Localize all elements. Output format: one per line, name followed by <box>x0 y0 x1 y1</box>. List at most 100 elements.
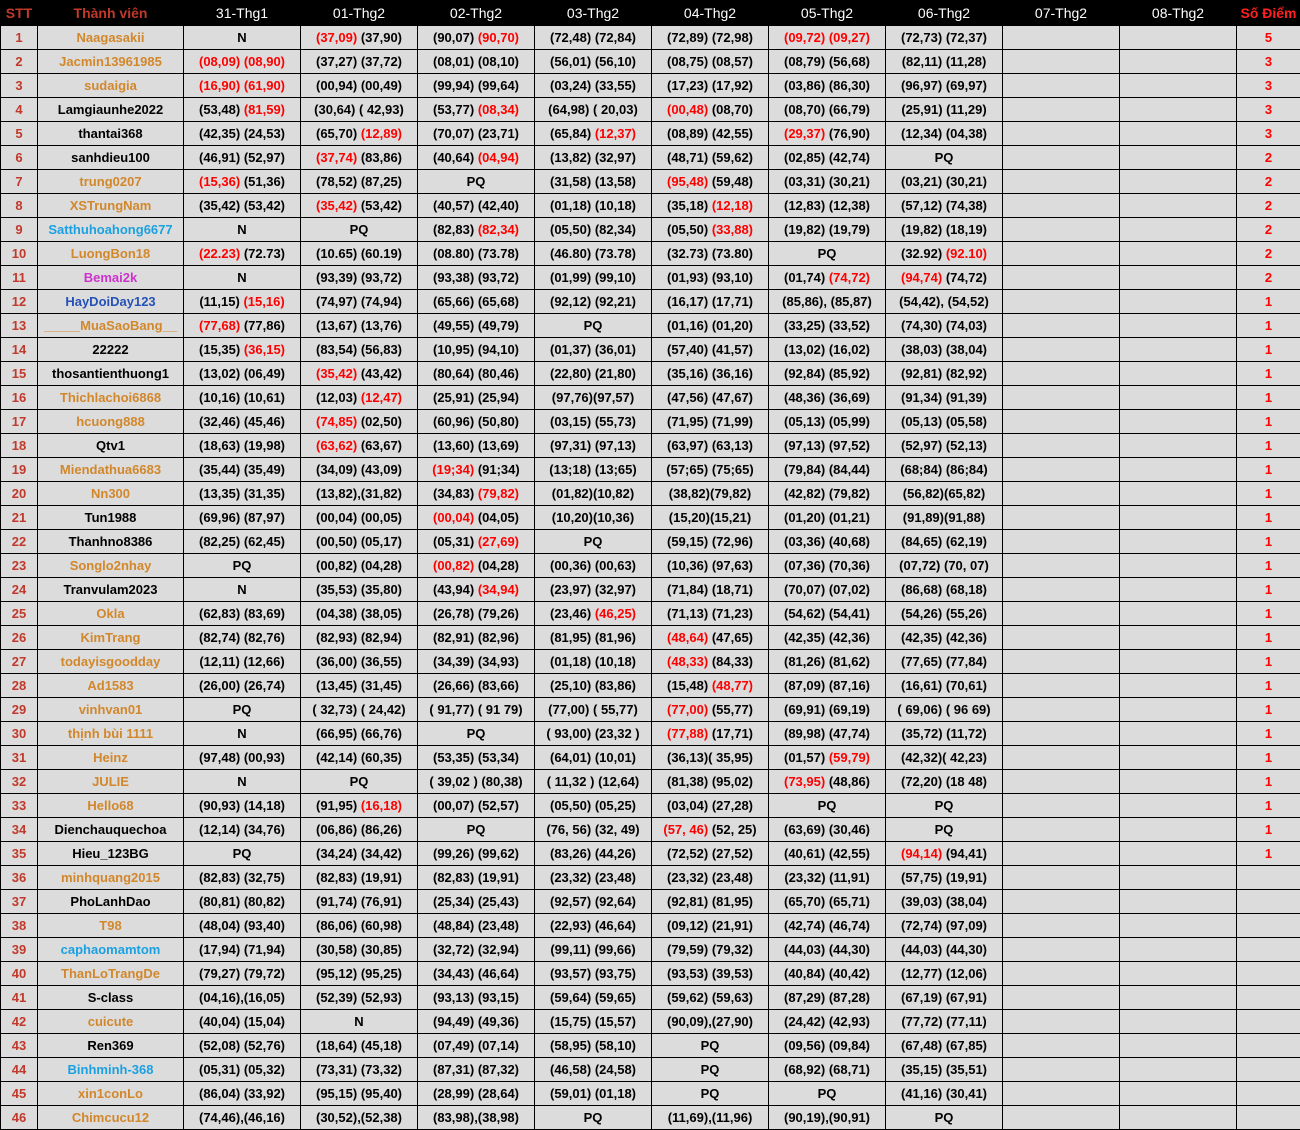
prediction-cell: PQ <box>535 314 652 338</box>
member-name: xin1conLo <box>38 1082 184 1106</box>
pair-b: (36,15) <box>244 342 285 357</box>
pair-a: (03,86) <box>784 78 825 93</box>
pair-a: (26,66) <box>433 678 474 693</box>
prediction-cell: (97,76)(97,57) <box>535 386 652 410</box>
pair-b: (07,14) <box>478 1038 519 1053</box>
table-row: 33Hello68(90,93) (14,18)(91,95) (16,18)(… <box>1 794 1300 818</box>
prediction-cell: (46,58) (24,58) <box>535 1058 652 1082</box>
prediction-cell: (52,39) (52,93) <box>301 986 418 1010</box>
prediction-cell: (03,04) (27,28) <box>652 794 769 818</box>
pair-b: (37,90) <box>361 30 402 45</box>
pair-a: (34,09) <box>316 462 357 477</box>
pair-a: (72,74) <box>901 918 942 933</box>
prediction-cell: (28,99) (28,64) <box>418 1082 535 1106</box>
pair-a: (25,34) <box>433 894 474 909</box>
pair-b: (10,18) <box>595 654 636 669</box>
pair-b: (99,62) <box>478 846 519 861</box>
pair-b: (34,94) <box>478 582 519 597</box>
pair-a: (35,15) <box>901 1062 942 1077</box>
pair-b: (84,44) <box>829 462 870 477</box>
pair-b: (54,52) <box>948 294 989 309</box>
pair-a: (48,71) <box>667 150 708 165</box>
pair-a: (26,78) <box>433 606 474 621</box>
pair-b: (77,84) <box>946 654 987 669</box>
prediction-cell: (16,90) (61,90) <box>184 74 301 98</box>
member-name: Jacmin13961985 <box>38 50 184 74</box>
pair-a: (57,12) <box>901 198 942 213</box>
pair-a: (77,88) <box>667 726 708 741</box>
pair-b: (92,21) <box>595 294 636 309</box>
pair-b: (73.78) <box>478 246 519 261</box>
pair-b: (59,62) <box>712 150 753 165</box>
prediction-cell: (59,64) (59,65) <box>535 986 652 1010</box>
pair-a: ( 32,73) <box>312 702 357 717</box>
prediction-cell: (03,36) (40,68) <box>769 530 886 554</box>
pair-a: (67,48) <box>901 1038 942 1053</box>
pair-a: (77,00) <box>548 702 589 717</box>
pair-a: (13,82) <box>550 150 591 165</box>
prediction-cell: (09,12) (21,91) <box>652 914 769 938</box>
prediction-cell: (82,11) (11,28) <box>886 50 1003 74</box>
prediction-cell: (89,98) (47,74) <box>769 722 886 746</box>
prediction-cell: ( 93,00) (23,32 ) <box>535 722 652 746</box>
prediction-cell <box>1120 794 1237 818</box>
pair-a: (65,84) <box>550 126 591 141</box>
pair-a: (81,95) <box>550 630 591 645</box>
pair-b: (53,42) <box>361 198 402 213</box>
prediction-cell <box>1120 194 1237 218</box>
prediction-cell: (38,82)(79,82) <box>652 482 769 506</box>
pair-b: (12,47) <box>361 390 402 405</box>
prediction-cell: (78,52) (87,25) <box>301 170 418 194</box>
prediction-cell: (42,14) (60,35) <box>301 746 418 770</box>
pair-a: (72,89) <box>667 30 708 45</box>
pair-b: (59,65) <box>595 990 636 1005</box>
pair-b: (16,18) <box>361 798 402 813</box>
prediction-cell: (91,95) (16,18) <box>301 794 418 818</box>
pair-a: (34,43) <box>433 966 474 981</box>
pair-b: (80,38) <box>481 774 522 789</box>
prediction-cell <box>1003 362 1120 386</box>
member-name: Lamgiaunhe2022 <box>38 98 184 122</box>
member-name: minhquang2015 <box>38 866 184 890</box>
table-row: 1NaagasakiiN(37,09) (37,90)(90,07) (90,7… <box>1 26 1300 50</box>
prediction-cell: (90,93) (14,18) <box>184 794 301 818</box>
pair-a: (39,03) <box>901 894 942 909</box>
pair-a: (72,20) <box>901 774 942 789</box>
pair-b: (79,82) <box>829 486 870 501</box>
prediction-cell <box>1120 770 1237 794</box>
pair-a: (48,36) <box>784 390 825 405</box>
header-row: STTThành viên31-Thg101-Thg202-Thg203-Thg… <box>1 1 1300 26</box>
prediction-cell: (40,04) (15,04) <box>184 1010 301 1034</box>
pair-a: (94,14) <box>901 846 942 861</box>
pair-a: (54,62) <box>784 606 825 621</box>
pair-b: (74,72) <box>946 270 987 285</box>
table-row: 2Jacmin13961985(08,09) (08,90)(37,27) (3… <box>1 50 1300 74</box>
prediction-cell <box>1120 242 1237 266</box>
pair-b: (35,80) <box>361 582 402 597</box>
prediction-cell: (76, 56) (32, 49) <box>535 818 652 842</box>
pair-b: (93,72) <box>361 270 402 285</box>
pair-b: (95,40) <box>361 1086 402 1101</box>
pair-a: (03,21) <box>901 174 942 189</box>
prediction-cell: (13,45) (31,45) <box>301 674 418 698</box>
score-cell <box>1237 866 1300 890</box>
pair-a: (01,99) <box>550 270 591 285</box>
pair-a: (05,13) <box>784 414 825 429</box>
pair-b: (19,79) <box>829 222 870 237</box>
pair-b: (79,32) <box>712 942 753 957</box>
row-number: 29 <box>1 698 38 722</box>
member-name: ThanLoTrangDe <box>38 962 184 986</box>
row-number: 12 <box>1 290 38 314</box>
pair-a: (48,33) <box>667 654 708 669</box>
prediction-cell <box>1003 554 1120 578</box>
row-number: 6 <box>1 146 38 170</box>
pair-a: (97,13) <box>784 438 825 453</box>
prediction-cell <box>1120 362 1237 386</box>
prediction-cell: (59,01) (01,18) <box>535 1082 652 1106</box>
pair-b: (97,09) <box>946 918 987 933</box>
pair-a: (17,23) <box>667 78 708 93</box>
pair-a: (53,77) <box>433 102 474 117</box>
row-number: 10 <box>1 242 38 266</box>
pair-a: (17,94) <box>199 942 240 957</box>
prediction-cell: N <box>184 218 301 242</box>
